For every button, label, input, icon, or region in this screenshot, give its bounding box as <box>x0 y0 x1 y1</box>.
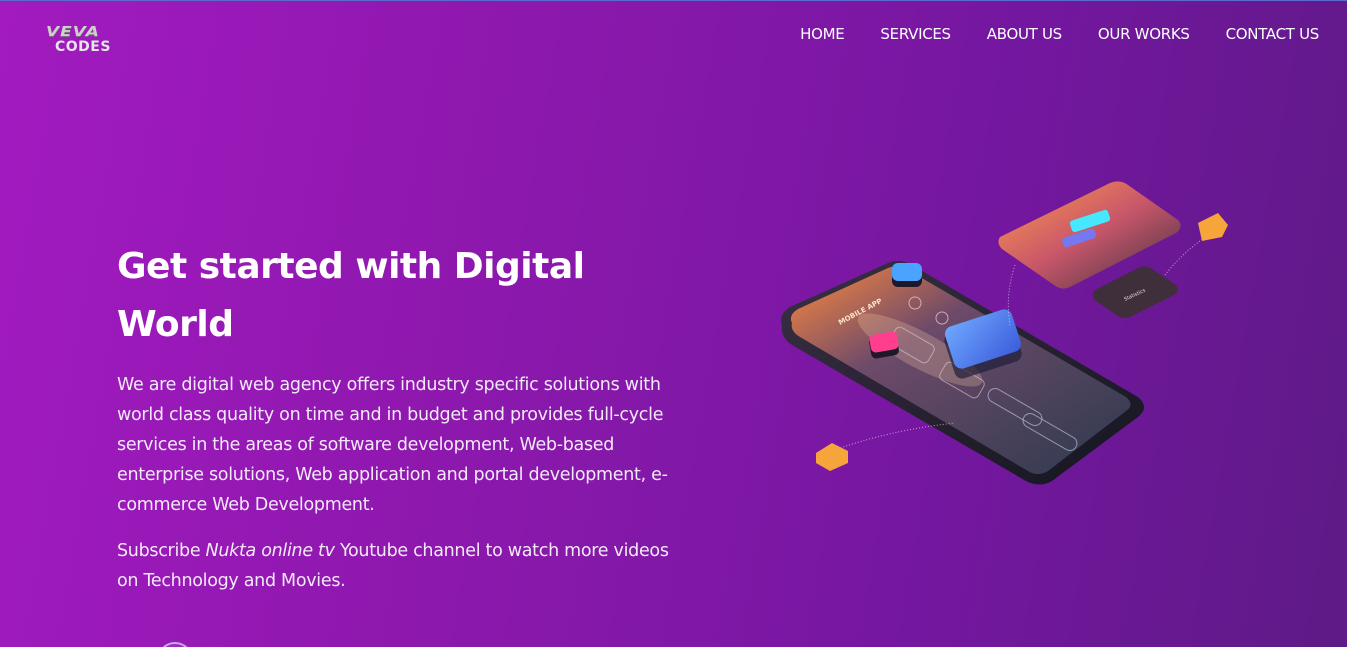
subscribe-text: Subscribe Nukta online tv Youtube channe… <box>117 536 677 596</box>
nav-services-link[interactable]: SERVICES <box>880 24 951 44</box>
nav-contact-link[interactable]: CONTACT US <box>1226 24 1320 44</box>
nav-works-link[interactable]: OUR WORKS <box>1098 24 1190 44</box>
mobile-app-illustration: MOBILE APP Statistics <box>781 181 1228 485</box>
nav-home-link[interactable]: HOME <box>800 24 845 44</box>
channel-name: Nukta online tv <box>205 541 335 561</box>
scroll-circle-button[interactable] <box>157 642 193 647</box>
subscribe-prefix: Subscribe <box>117 541 206 561</box>
hero-section: Get started with Digital World We are di… <box>117 238 677 596</box>
logo[interactable]: VEVA CODES <box>46 24 126 58</box>
main-navigation: HOME SERVICES ABOUT US OUR WORKS CONTACT… <box>764 24 1319 44</box>
orange-bubble-icon <box>1198 213 1228 241</box>
top-border-line <box>0 0 1347 1</box>
hero-description: We are digital web agency offers industr… <box>117 375 668 515</box>
logo-wordmark: VEVA <box>46 24 100 40</box>
logo-subtext: CODES <box>55 39 111 55</box>
hero-title: Get started with Digital World <box>117 246 585 345</box>
blue-small-tile <box>892 263 922 281</box>
nav-about-link[interactable]: ABOUT US <box>987 24 1062 44</box>
orange-search-bubble-icon <box>816 443 848 471</box>
